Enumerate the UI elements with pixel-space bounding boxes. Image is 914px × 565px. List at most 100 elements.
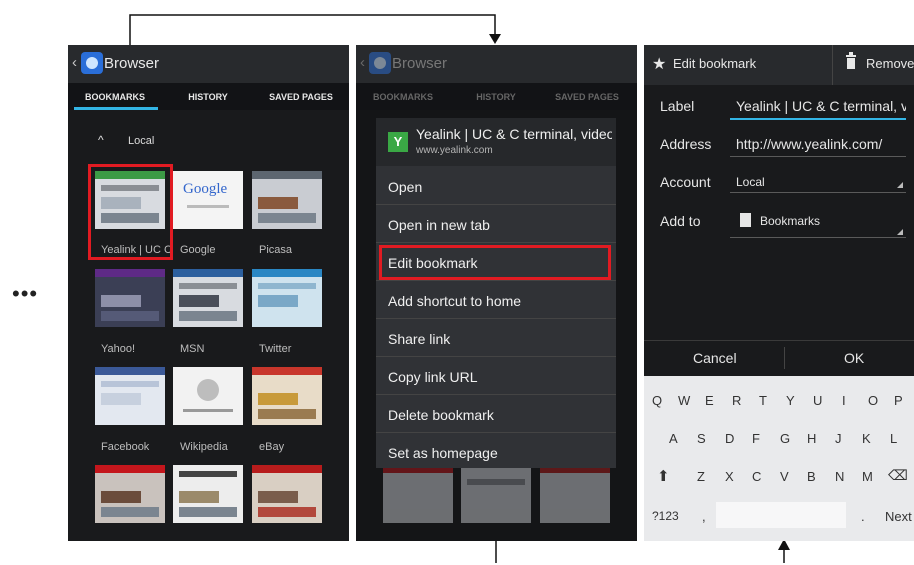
account-select[interactable]: Local bbox=[736, 175, 765, 189]
bookmark-thumb-nytimes[interactable] bbox=[173, 465, 243, 523]
remove-button[interactable]: Remove bbox=[866, 56, 914, 71]
key-f[interactable]: F bbox=[752, 431, 760, 446]
edit-bookmark-title: Edit bookmark bbox=[673, 56, 757, 71]
bookmark-thumb-wikipedia[interactable] bbox=[173, 367, 243, 425]
chevron-up-icon[interactable]: ^ bbox=[98, 133, 104, 147]
shift-icon[interactable]: ⬆ bbox=[657, 467, 670, 485]
key-b[interactable]: B bbox=[807, 469, 816, 484]
key-j[interactable]: J bbox=[835, 431, 842, 446]
bookmark-label: Yahoo! bbox=[101, 343, 136, 355]
key-s[interactable]: S bbox=[697, 431, 706, 446]
menu-item-set-homepage[interactable]: Set as homepage bbox=[388, 445, 498, 461]
bookmark-context-menu: Y Yealink | UC & C terminal, video c www… bbox=[376, 118, 616, 468]
key-w[interactable]: W bbox=[678, 393, 690, 408]
address-input[interactable]: http://www.yealink.com/ bbox=[736, 136, 906, 152]
menu-header: Y Yealink | UC & C terminal, video c www… bbox=[376, 118, 616, 166]
key-o[interactable]: O bbox=[868, 393, 878, 408]
account-field-label: Account bbox=[660, 174, 711, 190]
folder-label[interactable]: Local bbox=[128, 135, 154, 147]
menu-item-delete-bookmark[interactable]: Delete bookmark bbox=[388, 407, 494, 423]
trash-icon[interactable] bbox=[845, 52, 857, 70]
next-key[interactable]: Next bbox=[885, 509, 912, 524]
tab-saved-pages[interactable]: SAVED PAGES bbox=[258, 92, 344, 102]
highlight-box-yealink bbox=[88, 164, 173, 260]
symbols-key[interactable]: ?123 bbox=[652, 509, 679, 523]
label-field-label: Label bbox=[660, 98, 695, 114]
tab-history: HISTORY bbox=[476, 92, 516, 102]
add-to-field-label: Add to bbox=[660, 213, 701, 229]
ok-button[interactable]: OK bbox=[844, 350, 864, 366]
add-to-select[interactable]: Bookmarks bbox=[760, 214, 820, 228]
key-n[interactable]: N bbox=[835, 469, 844, 484]
menu-item-copy-link-url[interactable]: Copy link URL bbox=[388, 369, 477, 385]
key-x[interactable]: X bbox=[725, 469, 734, 484]
back-caret-icon[interactable]: ‹ bbox=[72, 54, 77, 71]
dropdown-corner-icon bbox=[897, 182, 903, 188]
action-bar: ★ Edit bookmark Remove bbox=[644, 45, 914, 85]
action-bar: ‹ Browser bbox=[356, 45, 637, 83]
cancel-button[interactable]: Cancel bbox=[693, 350, 737, 366]
key-z[interactable]: Z bbox=[697, 469, 705, 484]
comma-key[interactable]: , bbox=[702, 509, 706, 524]
key-k[interactable]: K bbox=[862, 431, 871, 446]
key-r[interactable]: R bbox=[732, 393, 741, 408]
key-v[interactable]: V bbox=[780, 469, 789, 484]
bookmark-thumb-picasa[interactable] bbox=[252, 171, 322, 229]
key-m[interactable]: M bbox=[862, 469, 873, 484]
bookmark-thumb-facebook[interactable] bbox=[95, 367, 165, 425]
soft-keyboard: Q W E R T Y U I O P A S D F G H J K L ⬆ … bbox=[644, 376, 914, 541]
bookmark-label: eBay bbox=[259, 441, 285, 453]
bookmark-thumb-twitter[interactable] bbox=[252, 269, 322, 327]
space-bar[interactable] bbox=[716, 502, 846, 528]
key-p[interactable]: P bbox=[894, 393, 903, 408]
key-e[interactable]: E bbox=[705, 393, 714, 408]
key-l[interactable]: L bbox=[890, 431, 897, 446]
dimmed-thumb bbox=[383, 465, 453, 523]
key-i[interactable]: I bbox=[842, 393, 846, 408]
dimmed-thumb bbox=[540, 465, 610, 523]
key-g[interactable]: G bbox=[780, 431, 790, 446]
bookmark-label: Facebook bbox=[101, 441, 150, 453]
key-u[interactable]: U bbox=[813, 393, 822, 408]
menu-item-open[interactable]: Open bbox=[388, 179, 422, 195]
google-logo: Google bbox=[183, 181, 228, 197]
tab-bookmarks[interactable]: BOOKMARKS bbox=[76, 92, 154, 102]
back-caret-icon: ‹ bbox=[360, 54, 365, 71]
menu-item-add-shortcut[interactable]: Add shortcut to home bbox=[388, 293, 521, 309]
key-y[interactable]: Y bbox=[786, 393, 795, 408]
bookmark-label: Wikipedia bbox=[180, 441, 228, 453]
backspace-icon[interactable]: ⌫ bbox=[888, 467, 908, 484]
yealink-favicon: Y bbox=[388, 132, 408, 152]
key-d[interactable]: D bbox=[725, 431, 734, 446]
label-input[interactable]: Yealink | UC & C terminal, v bbox=[736, 98, 906, 114]
menu-header-url: www.yealink.com bbox=[416, 145, 493, 156]
address-field-label: Address bbox=[660, 136, 712, 152]
menu-header-title: Yealink | UC & C terminal, video c bbox=[416, 126, 612, 142]
browser-app-icon bbox=[81, 52, 103, 74]
bookmark-folder-icon bbox=[740, 213, 751, 227]
dimmed-thumb bbox=[461, 465, 531, 523]
bookmark-thumb-ebay[interactable] bbox=[252, 367, 322, 425]
bookmark-thumb-msn[interactable] bbox=[173, 269, 243, 327]
key-h[interactable]: H bbox=[807, 431, 816, 446]
key-t[interactable]: T bbox=[759, 393, 767, 408]
bookmark-thumb-google[interactable]: Google bbox=[173, 171, 243, 229]
tab-bar: BOOKMARKS HISTORY SAVED PAGES bbox=[356, 83, 637, 110]
key-q[interactable]: Q bbox=[652, 393, 662, 408]
app-title[interactable]: Browser bbox=[104, 55, 159, 72]
tab-bookmarks: BOOKMARKS bbox=[373, 92, 433, 102]
key-c[interactable]: C bbox=[752, 469, 761, 484]
period-key[interactable]: . bbox=[861, 509, 865, 524]
menu-item-share-link[interactable]: Share link bbox=[388, 331, 450, 347]
bookmark-thumb-cnn[interactable] bbox=[95, 465, 165, 523]
key-a[interactable]: A bbox=[669, 431, 678, 446]
bookmark-label: MSN bbox=[180, 343, 205, 355]
bookmark-label: Google bbox=[180, 244, 216, 256]
bookmark-thumb-news[interactable] bbox=[252, 465, 322, 523]
tab-history[interactable]: HISTORY bbox=[168, 92, 248, 102]
label-input-underline bbox=[730, 118, 906, 120]
bookmark-thumb-yahoo[interactable] bbox=[95, 269, 165, 327]
highlight-box-edit-bookmark bbox=[379, 245, 611, 280]
ellipsis-indicator: ••• bbox=[12, 281, 39, 306]
menu-item-open-new-tab[interactable]: Open in new tab bbox=[388, 217, 490, 233]
